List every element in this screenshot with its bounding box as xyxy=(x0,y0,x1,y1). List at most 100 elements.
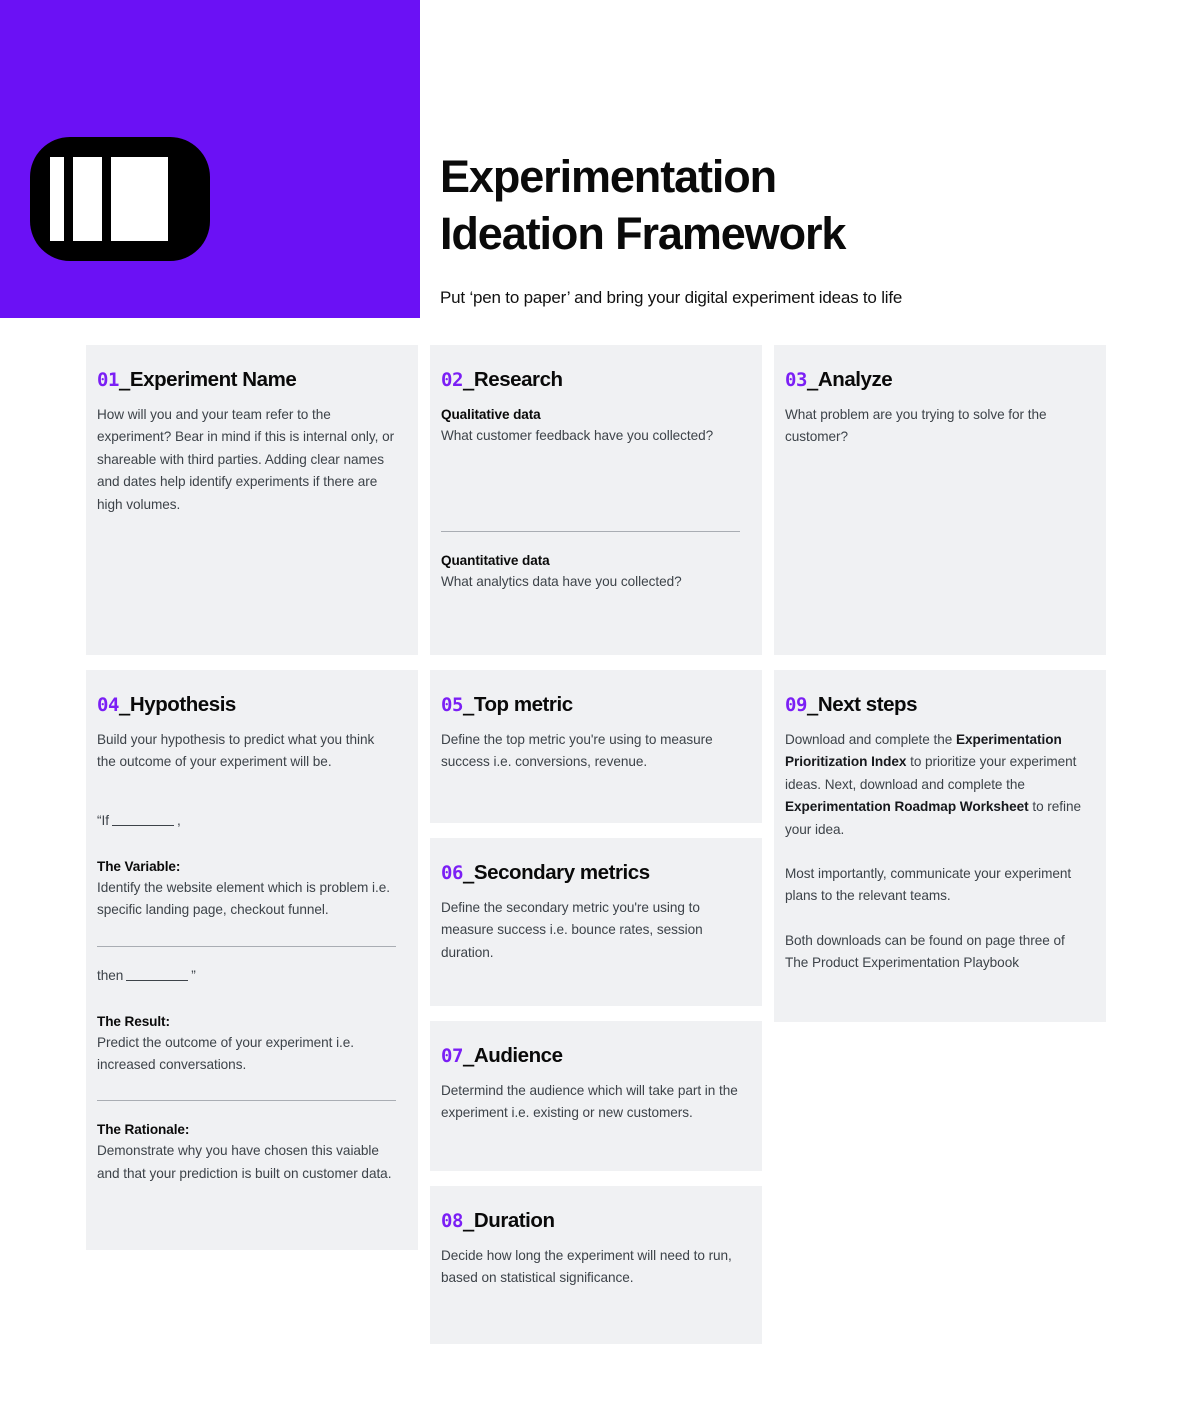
hypothesis-result-body: Predict the outcome of your experiment i… xyxy=(97,1034,355,1073)
card-number-02: 02 xyxy=(441,369,463,391)
brand-logo-icon xyxy=(30,137,210,261)
next-steps-paragraph-3: Both downloads can be found on page thre… xyxy=(785,932,1065,971)
card-separator-04: _ xyxy=(118,694,130,716)
card-separator-06: _ xyxy=(462,862,474,884)
card-separator-07: _ xyxy=(462,1045,474,1067)
card-top-metric: 05_Top metric Define the top metric you'… xyxy=(430,670,762,823)
hypothesis-rationale-label: The Rationale: xyxy=(97,1122,190,1138)
card-title-08: Duration xyxy=(473,1209,555,1232)
card-heading-05: 05_Top metric xyxy=(441,692,740,718)
card-title-05: Top metric xyxy=(473,693,573,716)
card-body-06: Define the secondary metric you're using… xyxy=(441,900,703,960)
grid-column-1: 01_Experiment Name How will you and your… xyxy=(86,345,418,1250)
card-secondary-metrics: 06_Secondary metrics Define the secondar… xyxy=(430,838,762,1006)
page-title-line-1: Experimentation xyxy=(440,151,777,202)
card-title-06: Secondary metrics xyxy=(473,861,650,884)
research-quantitative-label: Quantitative data xyxy=(441,553,550,569)
hypothesis-rationale-body: Demonstrate why you have chosen this vai… xyxy=(97,1143,392,1181)
card-title-04: Hypothesis xyxy=(129,693,236,716)
then-blank-field[interactable] xyxy=(126,969,189,981)
card-heading-09: 09_Next steps xyxy=(785,692,1084,718)
card-heading-07: 07_Audience xyxy=(441,1043,740,1069)
card-heading-02: 02_Research xyxy=(441,367,740,393)
card-number-06: 06 xyxy=(441,862,463,884)
logo-bar-3 xyxy=(111,157,168,241)
research-qualitative-answer-area[interactable] xyxy=(441,447,740,531)
card-analyze: 03_Analyze What problem are you trying t… xyxy=(774,345,1106,655)
framework-grid: 01_Experiment Name How will you and your… xyxy=(86,345,1106,1344)
card-separator-05: _ xyxy=(462,694,474,716)
brand-block xyxy=(0,0,420,318)
card-title-03: Analyze xyxy=(817,368,893,391)
card-next-steps: 09_Next steps Download and complete the … xyxy=(774,670,1106,1022)
card-separator-01: _ xyxy=(118,369,130,391)
research-qualitative-body: What customer feedback have you collecte… xyxy=(441,428,714,443)
hypothesis-variable-label: The Variable: xyxy=(97,858,181,874)
card-duration: 08_Duration Decide how long the experime… xyxy=(430,1186,762,1344)
card-body-01: How will you and your team refer to the … xyxy=(97,407,395,512)
next-steps-p1-part1: Download and complete the xyxy=(785,732,956,747)
card-body-03: What problem are you trying to solve for… xyxy=(785,407,1047,445)
card-number-07: 07 xyxy=(441,1045,463,1067)
card-heading-08: 08_Duration xyxy=(441,1208,740,1234)
card-title-01: Experiment Name xyxy=(129,368,297,391)
page-title: Experimentation Ideation Framework xyxy=(440,148,1160,262)
hypothesis-if-line[interactable]: “If, xyxy=(97,810,396,832)
research-qualitative-label: Qualitative data xyxy=(441,407,541,422)
card-audience: 07_Audience Determind the audience which… xyxy=(430,1021,762,1171)
card-title-07: Audience xyxy=(473,1044,563,1067)
card-hypothesis: 04_Hypothesis Build your hypothesis to p… xyxy=(86,670,418,1250)
if-suffix-label: , xyxy=(176,812,181,828)
page-title-line-2: Ideation Framework xyxy=(440,208,846,259)
card-experiment-name: 01_Experiment Name How will you and your… xyxy=(86,345,418,655)
card-body-08: Decide how long the experiment will need… xyxy=(441,1248,732,1286)
header-text-group: Experimentation Ideation Framework Put ‘… xyxy=(440,148,1160,310)
card-separator-08: _ xyxy=(462,1210,474,1232)
research-quantitative-body: What analytics data have you collected? xyxy=(441,574,682,590)
hypothesis-variable-body: Identify the website element which is pr… xyxy=(97,879,390,918)
card-separator-02: _ xyxy=(462,369,474,391)
card-body-05: Define the top metric you're using to me… xyxy=(441,732,713,770)
card-title-09: Next steps xyxy=(817,693,918,716)
logo-bar-1 xyxy=(50,157,64,241)
card-heading-04: 04_Hypothesis xyxy=(97,692,396,718)
link-experimentation-roadmap-worksheet[interactable]: Experimentation Roadmap Worksheet xyxy=(785,799,1029,814)
card-heading-06: 06_Secondary metrics xyxy=(441,860,740,886)
page-subtitle: Put ‘pen to paper’ and bring your digita… xyxy=(440,288,903,307)
card-body-07: Determind the audience which will take p… xyxy=(441,1083,738,1121)
card-heading-03: 03_Analyze xyxy=(785,367,1084,393)
card-body-04: Build your hypothesis to predict what yo… xyxy=(97,732,375,770)
card-number-01: 01 xyxy=(97,369,119,391)
page-header: Experimentation Ideation Framework Put ‘… xyxy=(0,0,1200,318)
card-title-02: Research xyxy=(473,368,563,391)
card-number-09: 09 xyxy=(785,694,807,716)
next-steps-paragraph-2: Most importantly, communicate your exper… xyxy=(785,866,1072,904)
card-separator-09: _ xyxy=(806,694,818,716)
if-blank-field[interactable] xyxy=(111,814,174,826)
card-number-08: 08 xyxy=(441,1210,463,1232)
logo-bar-2 xyxy=(73,157,102,241)
card-research: 02_Research Qualitative data What custom… xyxy=(430,345,762,655)
card-number-05: 05 xyxy=(441,694,463,716)
worksheet-page: Experimentation Ideation Framework Put ‘… xyxy=(0,0,1200,1424)
grid-column-3: 03_Analyze What problem are you trying t… xyxy=(774,345,1106,1022)
grid-column-2: 02_Research Qualitative data What custom… xyxy=(430,345,762,1344)
then-prefix-label: then xyxy=(97,967,124,983)
card-number-03: 03 xyxy=(785,369,807,391)
card-separator-03: _ xyxy=(806,369,818,391)
next-steps-paragraph-1: Download and complete the Experimentatio… xyxy=(785,729,1084,841)
card-number-04: 04 xyxy=(97,694,119,716)
then-suffix-label: ” xyxy=(191,967,196,983)
hypothesis-then-line[interactable]: then ” xyxy=(97,965,396,987)
if-prefix-label: “If xyxy=(97,812,109,828)
card-heading-01: 01_Experiment Name xyxy=(97,367,396,393)
hypothesis-result-label: The Result: xyxy=(97,1013,170,1029)
